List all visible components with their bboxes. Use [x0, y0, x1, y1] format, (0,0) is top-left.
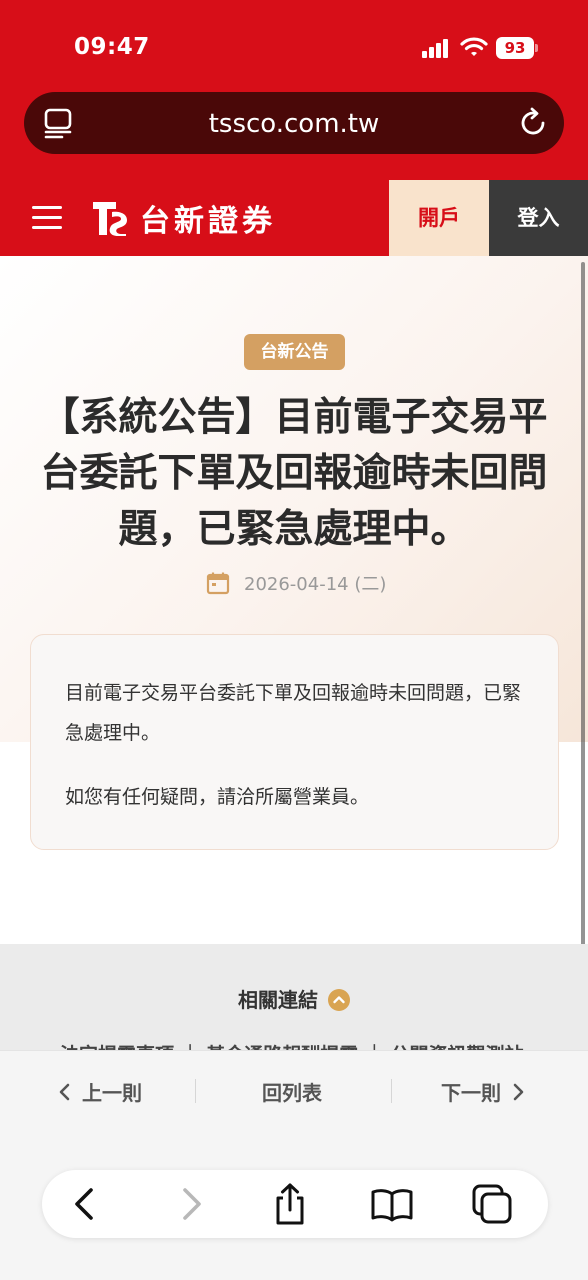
url-text[interactable]: tssco.com.tw: [24, 109, 564, 139]
toolbar-pill: [42, 1170, 548, 1238]
menu-icon[interactable]: [32, 202, 62, 232]
open-account-button[interactable]: 開戶: [389, 180, 489, 256]
back-icon[interactable]: [64, 1182, 108, 1226]
battery-level: 93: [496, 37, 534, 59]
forward-icon[interactable]: [168, 1182, 212, 1226]
article-pager: 上一則 回列表 下一則: [0, 1050, 588, 1130]
category-badge: 台新公告: [244, 334, 345, 370]
article-content: 目前電子交易平台委託下單及回報逾時未回問題，已緊急處理中。 如您有任何疑問，請洽…: [30, 634, 559, 850]
site-nav: 台新證券 開戶 登入: [0, 180, 588, 256]
reload-icon[interactable]: [516, 106, 550, 140]
share-icon[interactable]: [268, 1182, 312, 1226]
related-links-label: 相關連結: [238, 988, 318, 1012]
chevron-right-icon: [513, 1083, 524, 1101]
login-button[interactable]: 登入: [489, 180, 588, 256]
chevron-up-icon: [328, 988, 350, 1011]
tabs-icon[interactable]: [470, 1182, 514, 1226]
battery-icon: 93: [496, 37, 538, 59]
brand-logo[interactable]: 台新證券: [90, 198, 276, 239]
chevron-left-icon: [59, 1083, 70, 1101]
scroll-indicator[interactable]: [581, 262, 585, 962]
wifi-icon: [460, 37, 488, 56]
article-paragraph: 如您有任何疑問，請洽所屬營業員。: [65, 786, 370, 808]
back-to-list-link[interactable]: 回列表: [262, 1077, 322, 1106]
logo-mark-icon: [93, 202, 127, 236]
address-bar[interactable]: tssco.com.tw: [24, 92, 564, 154]
next-label: 下一則: [441, 1081, 501, 1105]
signal-icon: [422, 38, 452, 58]
article-date: 2026-04-14 (二): [206, 570, 386, 596]
related-links-toggle[interactable]: 相關連結: [0, 984, 588, 1013]
prev-label: 上一則: [82, 1081, 142, 1105]
browser-toolbar: [0, 1130, 588, 1280]
next-article-link[interactable]: 下一則: [441, 1077, 525, 1106]
calendar-icon: [206, 572, 230, 595]
prev-article-link[interactable]: 上一則: [58, 1077, 142, 1106]
date-text: 2026-04-14 (二): [244, 574, 387, 595]
status-time: 09:47: [74, 34, 150, 60]
brand-name: 台新證券: [140, 204, 276, 239]
bookmarks-icon[interactable]: [370, 1182, 414, 1226]
article-title: 【系統公告】目前電子交易平台委託下單及回報逾時未回問題，已緊急處理中。: [40, 395, 548, 552]
article-paragraph: 目前電子交易平台委託下單及回報逾時未回問題，已緊急處理中。: [65, 682, 522, 744]
